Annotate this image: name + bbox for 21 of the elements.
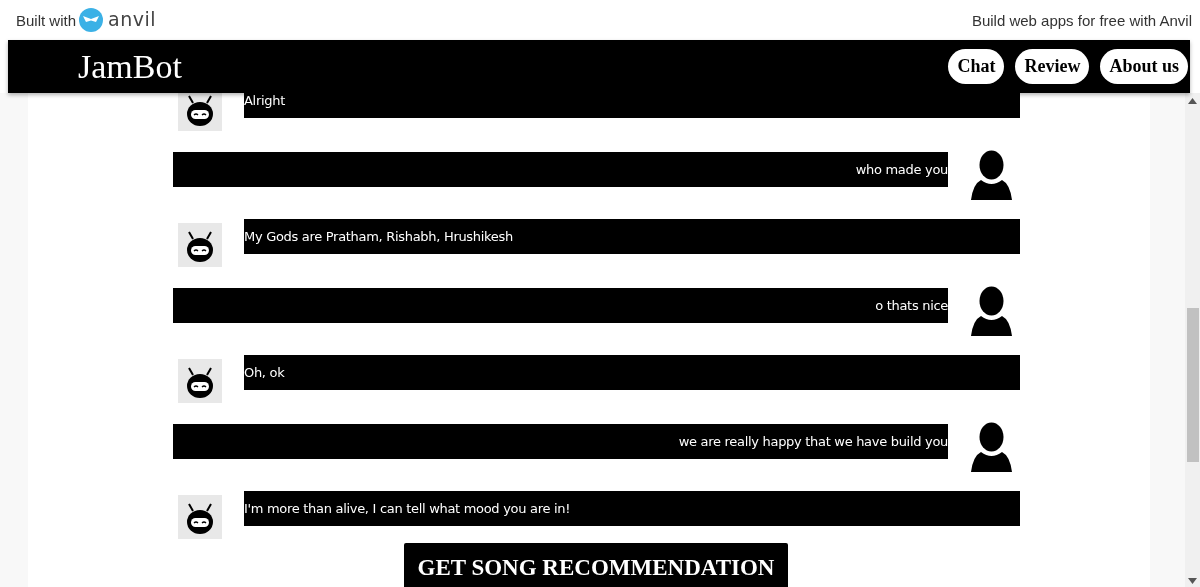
user-message: we are really happy that we have build you [173,424,948,459]
person-avatar-icon [968,422,1015,472]
user-message: o thats nice [173,288,948,323]
scroll-up-icon[interactable] [1188,98,1197,104]
promo-link[interactable]: Build web apps for free with Anvil [971,11,1192,29]
bot-message: Oh, ok [244,355,1020,390]
nav-button[interactable]: Chat [948,49,1005,84]
user-message: who made you [173,152,948,187]
person-avatar-icon [968,150,1015,200]
bot-message: My Gods are Pratham, Rishabh, Hrushikesh [244,219,1020,254]
recommendation-button[interactable]: GET SONG RECOMMENDATION [403,543,789,587]
person-avatar-icon [968,286,1015,336]
nav-button[interactable]: Review [1015,49,1090,84]
scroll-down-icon[interactable] [1188,578,1197,584]
bot-message: I'm more than alive, I can tell what mood you are in! [244,491,1020,526]
nav-button[interactable]: About us [1100,49,1188,84]
bot-message: Alright [244,93,1020,118]
built-with-label: Built with [16,11,77,29]
app-title: JamBot [78,47,182,86]
scrollbar[interactable] [1185,93,1200,587]
logo-wordmark[interactable]: anvil [108,7,157,30]
